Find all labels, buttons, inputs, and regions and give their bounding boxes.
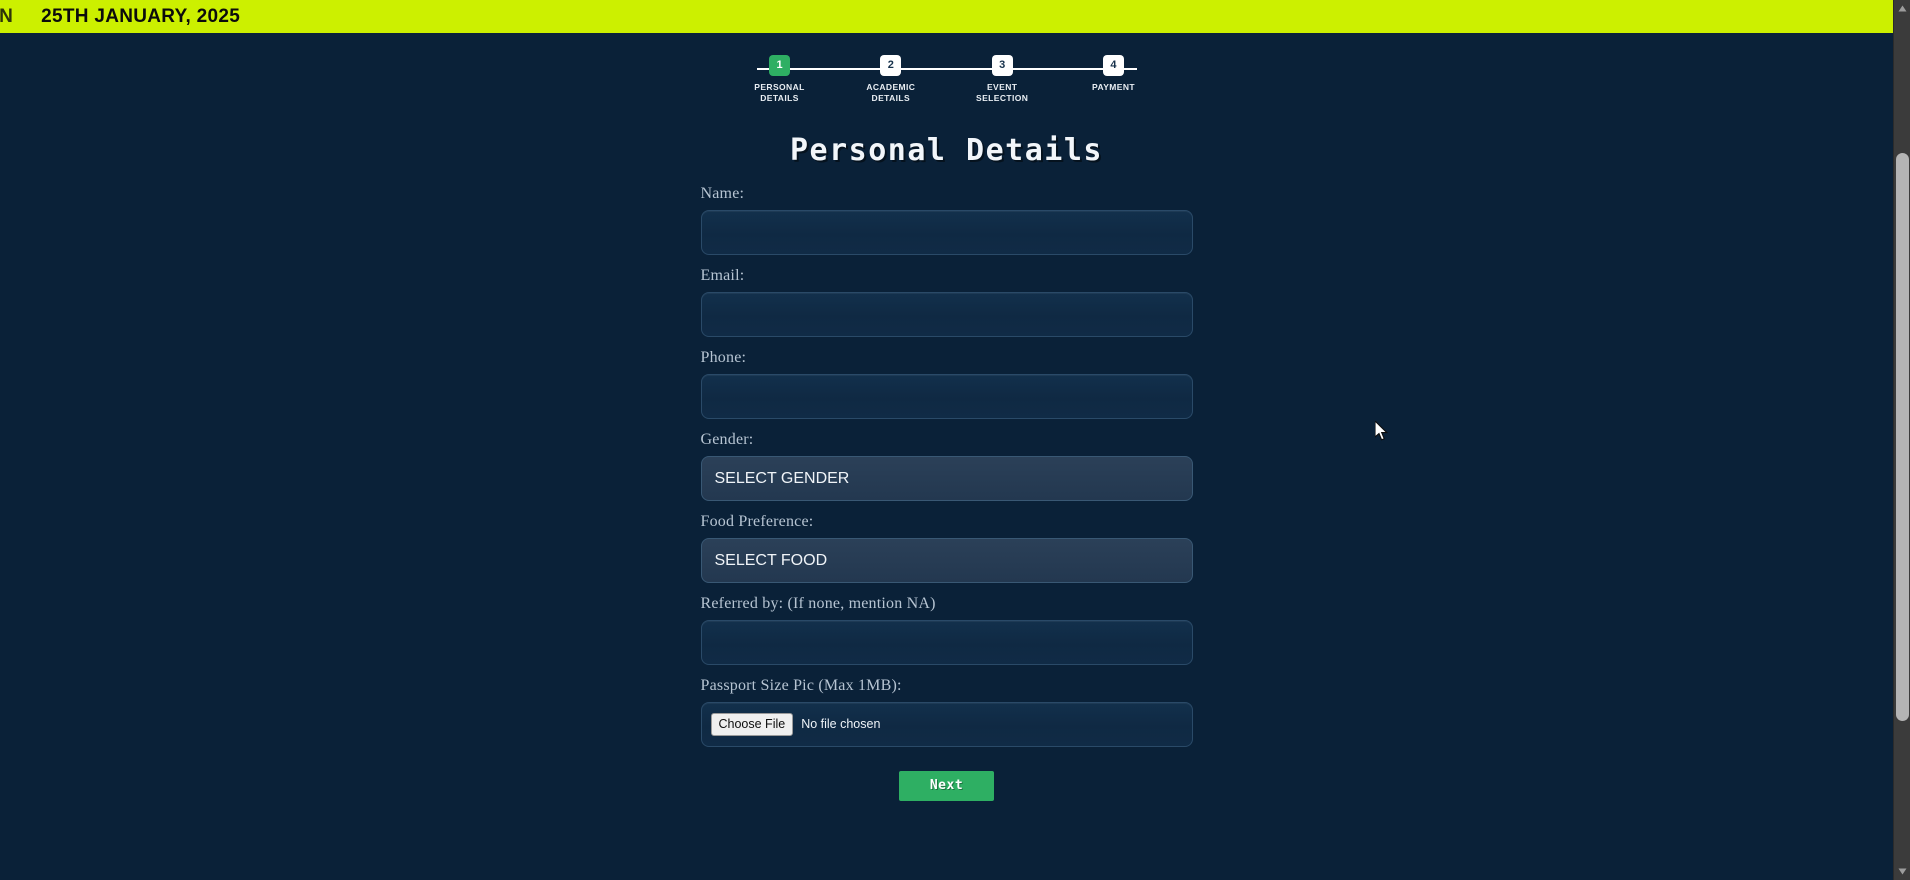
stepper-step-event-selection[interactable]: 3 EVENT SELECTION — [963, 55, 1041, 105]
scrollbar-thumb[interactable] — [1896, 153, 1909, 721]
stepper-step-1-label: PERSONAL DETAILS — [754, 82, 805, 104]
page-viewport: 1 PERSONAL DETAILS 2 ACADEMIC DETAILS 3 … — [0, 33, 1893, 880]
email-input[interactable] — [700, 291, 1193, 337]
phone-label: Phone: — [700, 348, 747, 366]
field-name: Name: — [700, 184, 1193, 255]
stepper-step-2-number: 2 — [880, 55, 902, 76]
referred-by-label: Referred by: (If none, mention NA) — [700, 594, 936, 612]
stepper-step-payment[interactable]: 4 PAYMENT — [1074, 55, 1152, 93]
food-preference-select[interactable]: SELECT FOOD — [700, 537, 1193, 583]
page-content: 1 PERSONAL DETAILS 2 ACADEMIC DETAILS 3 … — [0, 33, 1893, 801]
field-gender: Gender: SELECT GENDER — [700, 430, 1193, 501]
email-label: Email: — [700, 266, 745, 284]
passport-photo-label: Passport Size Pic (Max 1MB): — [700, 676, 902, 694]
field-passport-photo: Passport Size Pic (Max 1MB): Choose File… — [700, 676, 1193, 747]
scroll-up-arrow-icon[interactable] — [1894, 0, 1910, 17]
field-phone: Phone: — [700, 348, 1193, 419]
page-title: Personal Details — [790, 132, 1103, 168]
gender-label: Gender: — [700, 430, 754, 448]
gender-select[interactable]: SELECT GENDER — [700, 455, 1193, 501]
name-label: Name: — [700, 184, 745, 202]
stepper-step-4-label: PAYMENT — [1092, 82, 1135, 92]
vertical-scrollbar[interactable] — [1893, 0, 1910, 880]
field-email: Email: — [700, 266, 1193, 337]
stepper-step-3-number: 3 — [991, 55, 1013, 76]
referred-by-input[interactable] — [700, 619, 1193, 665]
progress-stepper: 1 PERSONAL DETAILS 2 ACADEMIC DETAILS 3 … — [741, 55, 1153, 105]
next-button[interactable]: Next — [899, 770, 994, 801]
field-referred-by: Referred by: (If none, mention NA) — [700, 594, 1193, 665]
marquee-track: ON 25TH JANUARY, 2025 — [0, 6, 240, 28]
stepper-step-personal-details[interactable]: 1 PERSONAL DETAILS — [741, 55, 819, 105]
stepper-step-1-number: 1 — [769, 55, 790, 76]
food-preference-label: Food Preference: — [700, 512, 814, 530]
passport-photo-file-input[interactable]: Choose File No file chosen — [700, 701, 1193, 747]
stepper-step-3-label: EVENT SELECTION — [976, 82, 1029, 104]
phone-input[interactable] — [700, 373, 1193, 419]
stepper-step-academic-details[interactable]: 2 ACADEMIC DETAILS — [852, 55, 930, 105]
personal-details-form: Name: Email: Phone: Gender: SELECT GENDE… — [700, 184, 1193, 801]
announcement-banner: ON 25TH JANUARY, 2025 — [0, 0, 1893, 33]
marquee-clipped-text: ON — [0, 5, 14, 27]
stepper-step-2-label: ACADEMIC DETAILS — [866, 82, 916, 104]
stepper-step-4-number: 4 — [1102, 55, 1124, 76]
field-food-preference: Food Preference: SELECT FOOD — [700, 512, 1193, 583]
file-status-text: No file chosen — [801, 717, 881, 732]
scroll-down-arrow-icon[interactable] — [1894, 863, 1910, 880]
marquee-date-text: 25TH JANUARY, 2025 — [41, 5, 241, 27]
name-input[interactable] — [700, 209, 1193, 255]
choose-file-button[interactable]: Choose File — [710, 713, 794, 736]
